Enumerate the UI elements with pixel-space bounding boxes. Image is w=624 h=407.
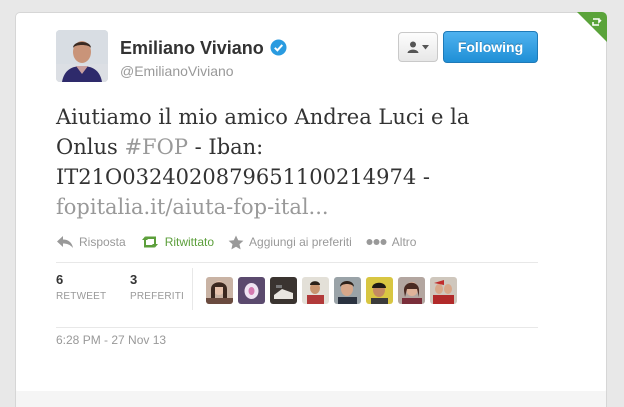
favorite-label[interactable]: Aggiungi ai preferiti: [249, 235, 352, 249]
tweet-actions: Risposta Ritwittato Aggiungi ai preferit…: [56, 232, 430, 252]
retweeter-avatar[interactable]: [398, 277, 425, 304]
star-icon: [228, 235, 244, 249]
more-label[interactable]: Altro: [392, 235, 417, 249]
user-actions-dropdown-button[interactable]: [398, 32, 438, 62]
profile-avatar[interactable]: [56, 30, 108, 82]
retweet-corner-icon: [592, 18, 602, 26]
favorite-action[interactable]: Aggiungi ai preferiti: [228, 235, 352, 250]
retweet-label[interactable]: Ritwittato: [165, 235, 214, 249]
user-name-text[interactable]: Emiliano Viviano: [120, 38, 264, 58]
more-action[interactable]: Altro: [366, 235, 417, 249]
divider-top: [56, 262, 538, 263]
favorite-count[interactable]: 3: [130, 272, 184, 287]
user-handle[interactable]: @EmilianoViviano: [120, 63, 234, 79]
reply-label[interactable]: Risposta: [79, 235, 126, 249]
more-dots-icon: [366, 239, 387, 245]
retweet-action[interactable]: Ritwittato: [140, 235, 214, 249]
tweet-url-link[interactable]: fopitalia.it/aiuta-fop-ital...: [56, 195, 329, 219]
stats-separator: [192, 268, 193, 310]
retweeter-avatar[interactable]: [238, 277, 265, 304]
retweeter-avatar[interactable]: [334, 277, 361, 304]
retweeter-avatar[interactable]: [302, 277, 329, 304]
retweeter-avatar[interactable]: [366, 277, 393, 304]
tweet-text: Aiutiamo il mio amico Andrea Luci e la O…: [56, 102, 496, 222]
reply-action[interactable]: Risposta: [56, 235, 126, 249]
retweeter-avatar[interactable]: [430, 277, 457, 304]
retweeter-avatar[interactable]: [270, 277, 297, 304]
retweeter-avatars: [206, 277, 457, 304]
retweeter-avatar[interactable]: [206, 277, 233, 304]
user-display-name[interactable]: Emiliano Viviano: [120, 38, 287, 59]
retweet-icon: [141, 236, 158, 248]
hashtag-link[interactable]: #FOP: [124, 135, 188, 159]
favorite-stat[interactable]: 3 PREFERITI: [130, 272, 184, 302]
retweet-count[interactable]: 6: [56, 272, 106, 287]
divider-bottom: [56, 327, 538, 328]
retweeted-corner-badge: [577, 12, 607, 42]
favorite-count-label[interactable]: PREFERITI: [130, 291, 184, 302]
tweet-timestamp[interactable]: 6:28 PM - 27 Nov 13: [56, 333, 166, 347]
card-bottom-strip: [15, 391, 607, 407]
verified-badge-icon: [270, 39, 287, 56]
reply-icon: [57, 236, 73, 248]
caret-down-icon: [422, 44, 429, 49]
retweet-stat[interactable]: 6 RETWEET: [56, 272, 106, 302]
retweet-count-label[interactable]: RETWEET: [56, 291, 106, 302]
person-icon: [407, 41, 419, 53]
following-button[interactable]: Following: [443, 31, 538, 63]
